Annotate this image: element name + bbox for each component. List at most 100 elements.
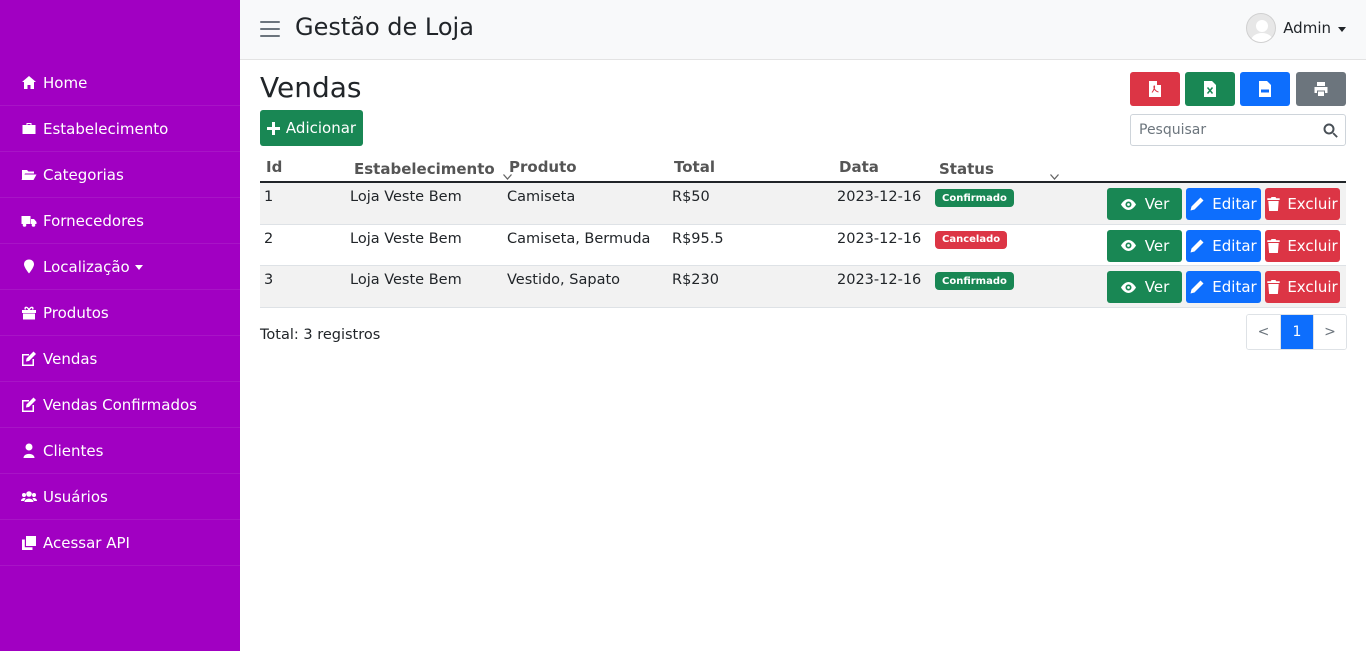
pagination-page[interactable]: 1 xyxy=(1280,315,1313,349)
sidebar-item-produtos[interactable]: Produtos xyxy=(0,290,240,336)
sidebar-item-acessar-api[interactable]: Acessar API xyxy=(0,520,240,566)
sidebar-item-clientes[interactable]: Clientes xyxy=(0,428,240,474)
eye-icon xyxy=(1120,198,1136,210)
sidebar-item-label: Fornecedores xyxy=(43,211,144,230)
sidebar-item-home[interactable]: Home xyxy=(0,60,240,106)
pencil-icon xyxy=(1190,197,1204,211)
edit-button[interactable]: Editar xyxy=(1186,188,1261,220)
view-button-label: Ver xyxy=(1144,236,1170,255)
sidebar-item-vendas-confirmados[interactable]: Vendas Confirmados xyxy=(0,382,240,428)
cell-id: 3 xyxy=(264,272,274,288)
sidebar-item-estabelecimento[interactable]: Estabelecimento xyxy=(0,106,240,152)
sidebar-item-vendas[interactable]: Vendas xyxy=(0,336,240,382)
column-header-data[interactable]: Data xyxy=(839,158,879,176)
sidebar-item-label: Estabelecimento xyxy=(43,119,169,138)
briefcase-icon xyxy=(20,121,38,137)
folder-open-icon xyxy=(20,167,38,183)
add-button[interactable]: Adicionar xyxy=(260,110,363,146)
sort-chevron-icon xyxy=(1049,166,1059,180)
sidebar-item-label: Clientes xyxy=(43,441,104,460)
sidebar-item-label: Home xyxy=(43,73,88,92)
cell-estabelecimento: Loja Veste Bem xyxy=(350,189,462,205)
cell-data: 2023-12-16 xyxy=(837,272,922,288)
column-header-id[interactable]: Id xyxy=(266,158,282,176)
view-button-label: Ver xyxy=(1144,278,1170,296)
trash-icon xyxy=(1267,280,1281,294)
search-icon[interactable] xyxy=(1323,123,1338,138)
view-button[interactable]: Ver xyxy=(1107,271,1182,303)
chevron-down-icon xyxy=(1338,26,1346,32)
pencil-icon xyxy=(1190,280,1204,294)
home-icon xyxy=(20,75,38,91)
add-button-label: Adicionar xyxy=(285,119,357,137)
delete-button-label: Excluir xyxy=(1287,195,1338,213)
sidebar-item-localizacao[interactable]: Localização xyxy=(0,244,240,290)
sidebar-item-label: Categorias xyxy=(43,165,124,184)
avatar xyxy=(1246,13,1277,43)
cell-id: 1 xyxy=(264,189,274,205)
sidebar-item-label: Produtos xyxy=(43,303,109,322)
eye-icon xyxy=(1120,240,1136,251)
menu-toggle-icon[interactable] xyxy=(260,21,280,37)
edit-button-label: Editar xyxy=(1212,236,1257,255)
delete-button[interactable]: Excluir xyxy=(1265,271,1340,303)
pdf-icon xyxy=(1149,81,1161,97)
status-badge: Cancelado xyxy=(935,230,1008,249)
chevron-down-icon xyxy=(134,265,143,270)
print-button[interactable] xyxy=(1296,72,1346,106)
cell-data: 2023-12-16 xyxy=(837,189,922,205)
pencil-icon xyxy=(1190,239,1204,252)
plus-icon xyxy=(266,121,280,135)
delete-button[interactable]: Excluir xyxy=(1265,188,1340,220)
edit-button[interactable]: Editar xyxy=(1186,229,1261,262)
user-menu[interactable]: Admin xyxy=(1246,13,1346,43)
delete-button[interactable]: Excluir xyxy=(1265,229,1340,262)
edit-button[interactable]: Editar xyxy=(1186,271,1261,303)
users-icon xyxy=(20,489,38,505)
delete-button-label: Excluir xyxy=(1287,236,1338,255)
pagination-prev[interactable]: < xyxy=(1247,315,1280,349)
sidebar-item-label: Usuários xyxy=(43,487,108,506)
sidebar-item-usuarios[interactable]: Usuários xyxy=(0,474,240,520)
table-row: 1 Loja Veste Bem Camiseta R$50 2023-12-1… xyxy=(260,183,1346,225)
cell-produto: Camiseta, Bermuda xyxy=(507,230,651,247)
sidebar-nav: Home Estabelecimento Categorias Forneced… xyxy=(0,60,240,566)
column-header-total[interactable]: Total xyxy=(674,158,715,176)
cell-id: 2 xyxy=(264,230,274,247)
sidebar-item-fornecedores[interactable]: Fornecedores xyxy=(0,198,240,244)
sidebar-item-label: Vendas xyxy=(43,349,98,368)
pagination: < 1 > xyxy=(1246,314,1347,350)
excel-icon xyxy=(1204,81,1216,97)
export-excel-button[interactable] xyxy=(1185,72,1235,106)
search-input[interactable] xyxy=(1131,115,1311,145)
cell-produto: Camiseta xyxy=(507,189,576,205)
edit-button-label: Editar xyxy=(1212,278,1257,296)
sales-table: Id Estabelecimento Produto Total Data St… xyxy=(260,152,1346,308)
column-header-label: Estabelecimento xyxy=(354,160,495,178)
pagination-next[interactable]: > xyxy=(1313,315,1346,349)
user-icon xyxy=(20,443,38,459)
print-icon xyxy=(1314,82,1328,96)
clone-icon xyxy=(20,535,38,551)
app-title: Gestão de Loja xyxy=(295,13,474,41)
view-button[interactable]: Ver xyxy=(1107,229,1182,262)
table-row: 3 Loja Veste Bem Vestido, Sapato R$230 2… xyxy=(260,266,1346,308)
cell-data: 2023-12-16 xyxy=(837,230,922,247)
status-badge: Confirmado xyxy=(935,189,1014,207)
csv-icon xyxy=(1259,81,1271,97)
column-header-estabelecimento[interactable]: Estabelecimento xyxy=(354,160,512,180)
cell-produto: Vestido, Sapato xyxy=(507,272,621,288)
trash-icon xyxy=(1267,197,1281,211)
trash-icon xyxy=(1267,238,1281,253)
cell-total: R$95.5 xyxy=(672,230,724,247)
export-pdf-button[interactable] xyxy=(1130,72,1180,106)
sidebar-item-label: Vendas Confirmados xyxy=(43,395,197,414)
column-header-produto[interactable]: Produto xyxy=(509,158,577,176)
export-csv-button[interactable] xyxy=(1240,72,1290,106)
column-header-status[interactable]: Status xyxy=(939,160,1059,180)
view-button[interactable]: Ver xyxy=(1107,188,1182,220)
status-badge: Confirmado xyxy=(935,272,1014,290)
sidebar-item-categorias[interactable]: Categorias xyxy=(0,152,240,198)
sidebar: Home Estabelecimento Categorias Forneced… xyxy=(0,0,240,651)
table-row: 2 Loja Veste Bem Camiseta, Bermuda R$95.… xyxy=(260,225,1346,266)
